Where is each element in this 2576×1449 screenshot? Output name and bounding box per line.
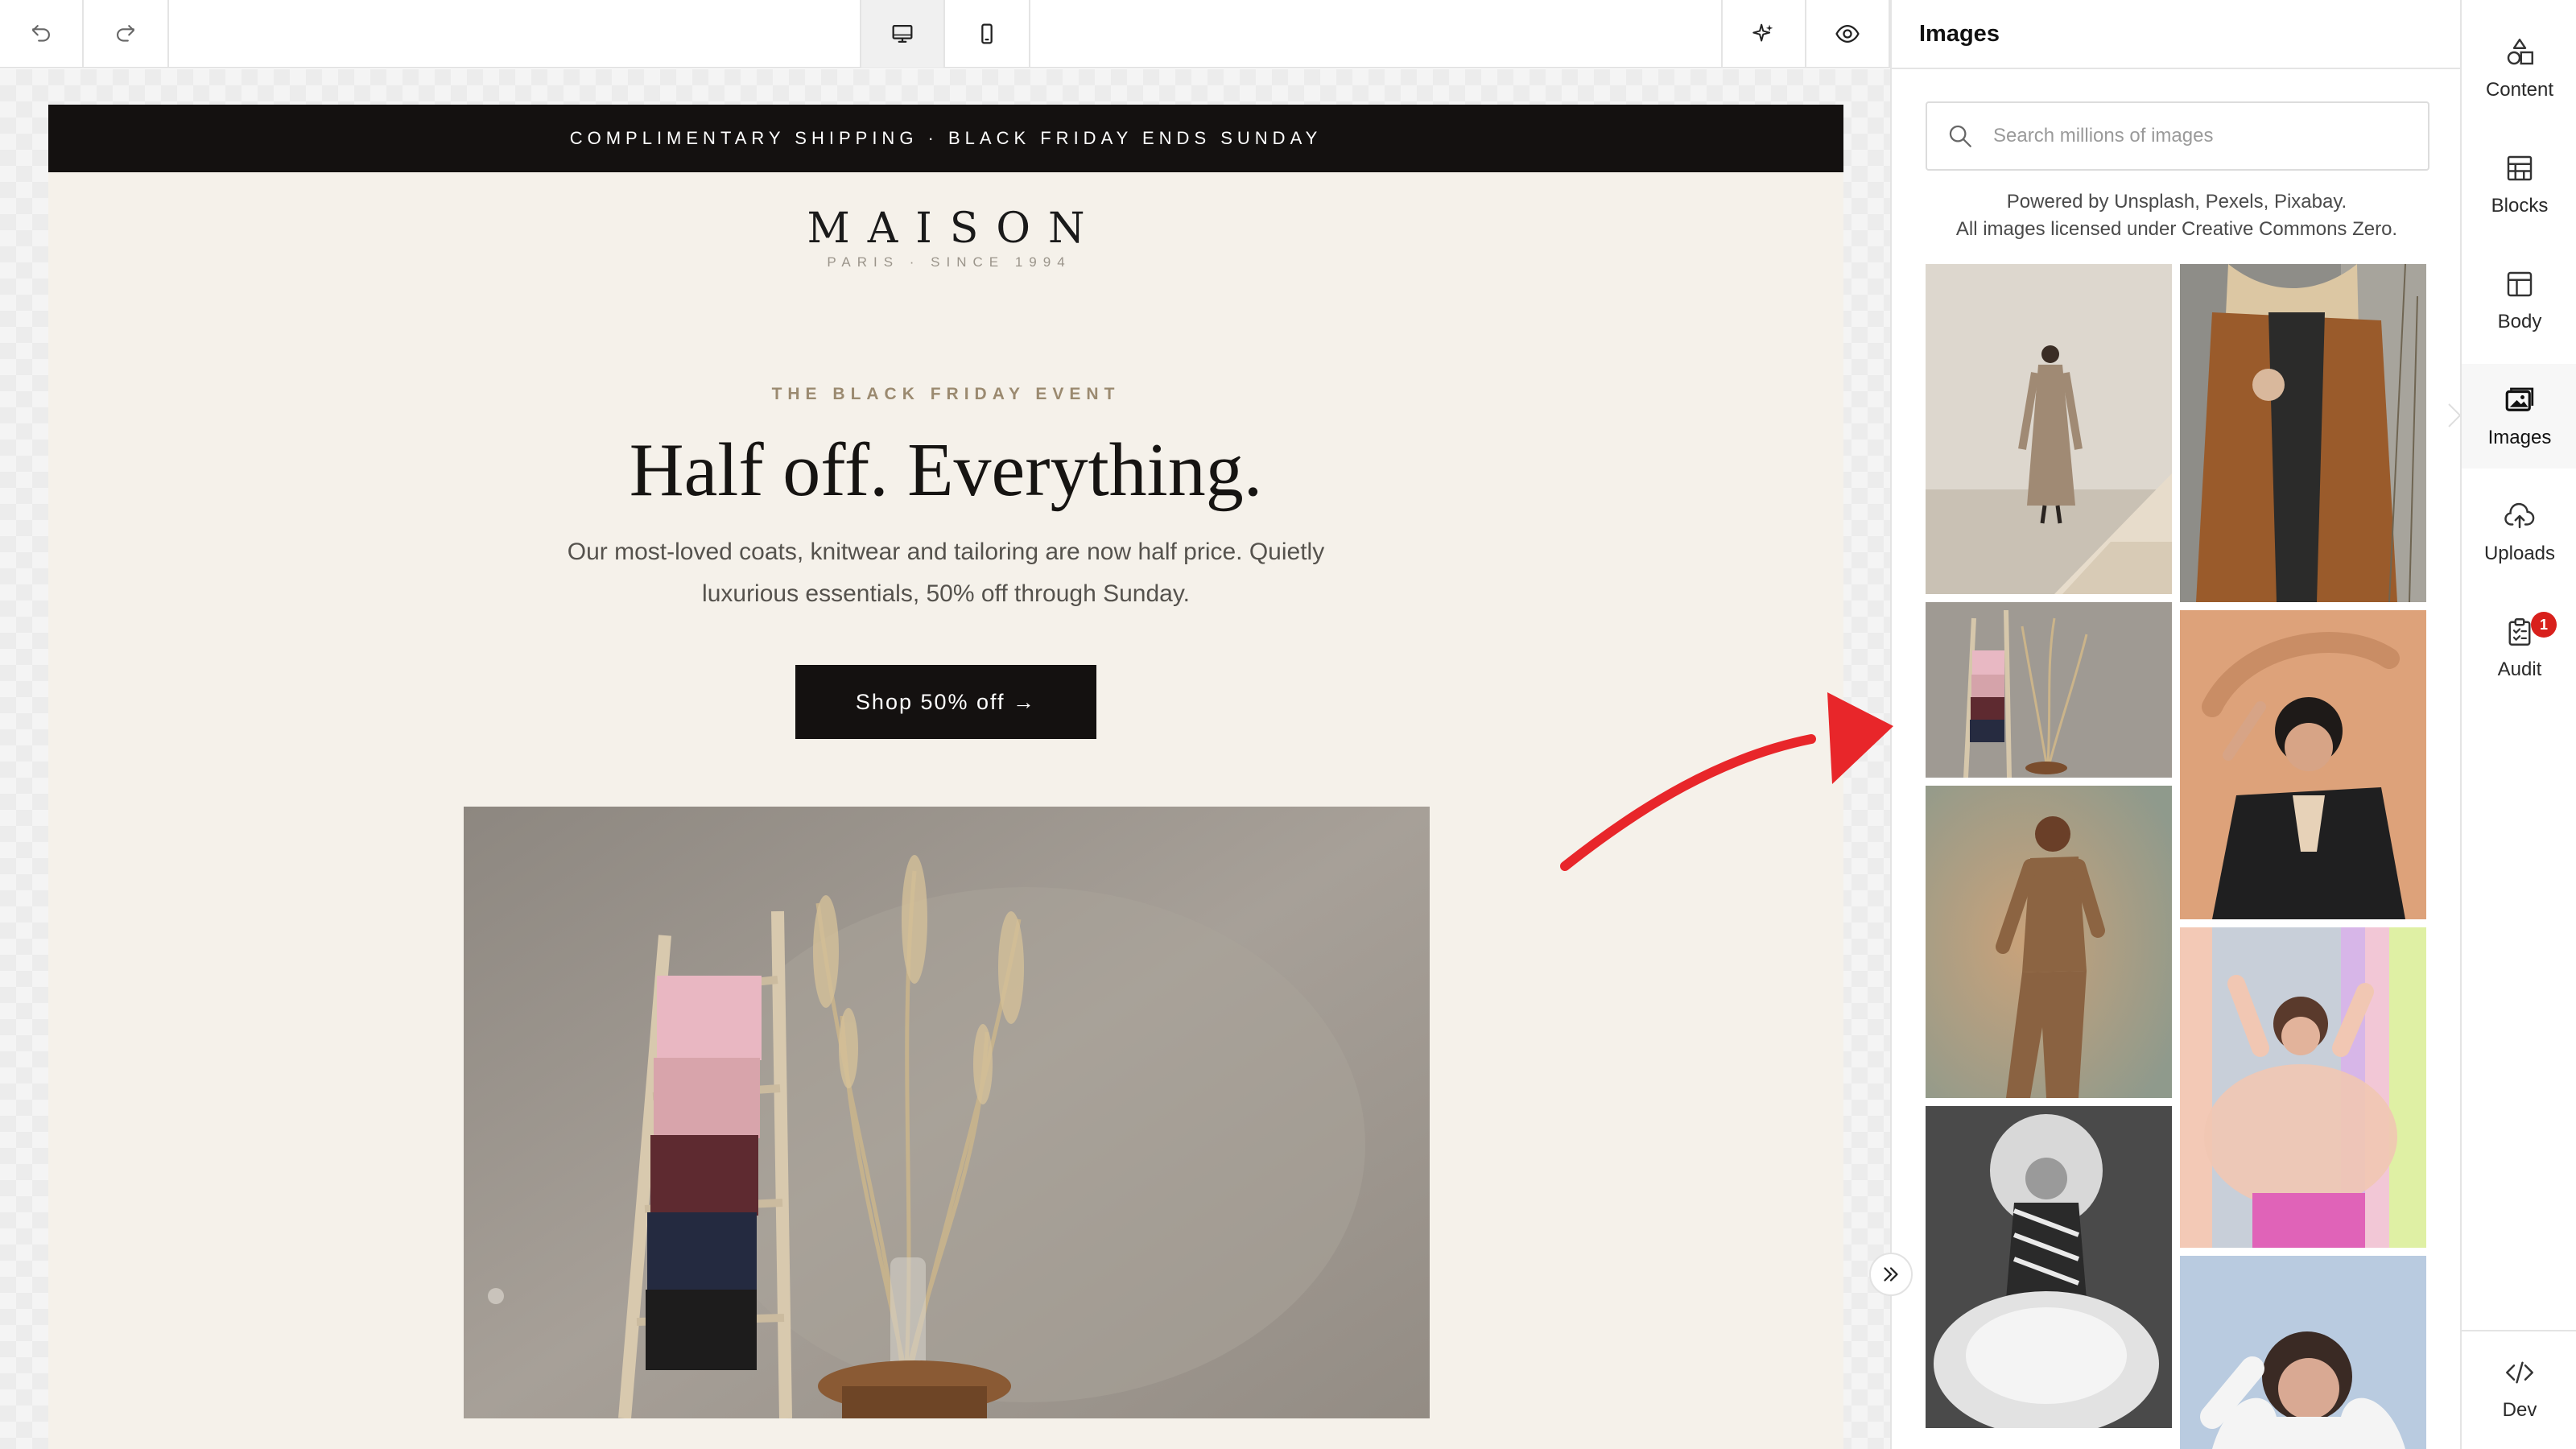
rail-item-images[interactable]: Images xyxy=(2462,364,2576,469)
thumb-white-shirt-portrait xyxy=(2180,1256,2426,1449)
preview-button[interactable] xyxy=(1806,0,1890,68)
mobile-view-button[interactable] xyxy=(945,0,1030,68)
rail-item-content[interactable]: Content xyxy=(2462,16,2576,121)
annotation-arrow xyxy=(1560,692,1893,871)
rail-item-blocks[interactable]: Blocks xyxy=(2462,132,2576,237)
desktop-view-button[interactable] xyxy=(860,0,945,68)
rail-item-body[interactable]: Body xyxy=(2462,248,2576,353)
ai-assist-button[interactable] xyxy=(1721,0,1806,68)
promo-bar[interactable]: COMPLIMENTARY SHIPPING · BLACK FRIDAY EN… xyxy=(48,105,1843,172)
rail-divider xyxy=(2462,1330,2576,1331)
rail-item-uploads[interactable]: Uploads xyxy=(2462,480,2576,584)
image-thumb-3[interactable] xyxy=(1926,602,2172,778)
right-rail: Content Blocks Body Images Uploads Audit… xyxy=(2460,0,2576,1449)
thumb-ladder-pampas xyxy=(1926,602,2172,778)
blocks-icon xyxy=(2507,155,2533,181)
thumb-camel-suit xyxy=(1926,786,2172,1098)
layout-icon xyxy=(2507,271,2533,297)
image-thumb-8[interactable] xyxy=(2180,1256,2426,1449)
undo-button[interactable] xyxy=(0,0,84,68)
eye-icon xyxy=(1835,24,1860,43)
image-thumb-1[interactable] xyxy=(1926,264,2172,594)
brand-tagline[interactable]: PARIS · SINCE 1994 xyxy=(48,254,1843,270)
cloud-upload-icon xyxy=(2504,502,2535,529)
images-panel: Images Powered by Unsplash, Pexels, Pixa… xyxy=(1890,0,2462,1449)
body-copy[interactable]: Our most-loved coats, knitwear and tailo… xyxy=(547,531,1344,615)
image-search-field[interactable] xyxy=(1926,101,2429,171)
image-thumb-7[interactable] xyxy=(1926,1106,2172,1428)
image-icon xyxy=(2505,387,2534,411)
mobile-icon xyxy=(981,23,993,44)
rail-label-uploads: Uploads xyxy=(2483,543,2556,564)
thumb-bw-curly-hair xyxy=(1926,1106,2172,1428)
panel-title: Images xyxy=(1919,21,2000,47)
hero-image[interactable] xyxy=(464,807,1430,1418)
collapse-panel-button[interactable] xyxy=(1869,1253,1913,1296)
image-thumb-5[interactable] xyxy=(1926,786,2172,1098)
thumb-brown-coat-field xyxy=(2180,264,2426,602)
search-input[interactable] xyxy=(1993,125,2412,147)
redo-button[interactable] xyxy=(84,0,169,68)
audit-count-badge: 1 xyxy=(2531,612,2557,638)
powered-by-text: Powered by Unsplash, Pexels, Pixabay. xyxy=(2006,191,2347,213)
headline[interactable]: Half off. Everything. xyxy=(48,427,1843,514)
image-thumb-4[interactable] xyxy=(2180,610,2426,919)
thumb-black-blazer-pose xyxy=(2180,610,2426,919)
panel-divider xyxy=(1892,68,2462,69)
rail-label-audit: Audit xyxy=(2497,658,2542,680)
rail-label-body: Body xyxy=(2497,311,2542,332)
thumb-pink-tulle xyxy=(2180,927,2426,1248)
desktop-icon xyxy=(892,24,913,43)
shapes-icon xyxy=(2507,39,2533,65)
image-thumb-6[interactable] xyxy=(2180,927,2426,1248)
license-text: All images licensed under Creative Commo… xyxy=(1955,218,2398,240)
rail-label-blocks: Blocks xyxy=(2491,195,2549,217)
eyebrow-text[interactable]: THE BLACK FRIDAY EVENT xyxy=(48,385,1843,404)
sparkle-icon xyxy=(1752,23,1773,42)
hero-photo xyxy=(464,807,1430,1418)
rail-item-audit[interactable]: Audit 1 xyxy=(2462,596,2576,700)
rail-item-dev[interactable]: Dev xyxy=(2462,1336,2576,1441)
brand-logo[interactable]: MAISON xyxy=(48,204,1843,253)
code-icon xyxy=(2506,1361,2533,1384)
search-icon xyxy=(1949,125,1971,147)
double-chevron-right-icon xyxy=(1884,1267,1898,1282)
image-thumb-2[interactable] xyxy=(2180,264,2426,602)
undo-icon xyxy=(32,25,50,42)
rail-label-content: Content xyxy=(2485,79,2554,101)
editor-toolbar xyxy=(0,0,1890,68)
rail-label-images: Images xyxy=(2487,427,2552,448)
cta-button[interactable]: Shop 50% off → xyxy=(795,665,1096,739)
thumb-beige-coat-stairs xyxy=(1926,264,2172,594)
rail-label-dev: Dev xyxy=(2502,1399,2537,1421)
license-note: Powered by Unsplash, Pexels, Pixabay. Al… xyxy=(1892,188,2462,243)
redo-icon xyxy=(117,25,134,42)
